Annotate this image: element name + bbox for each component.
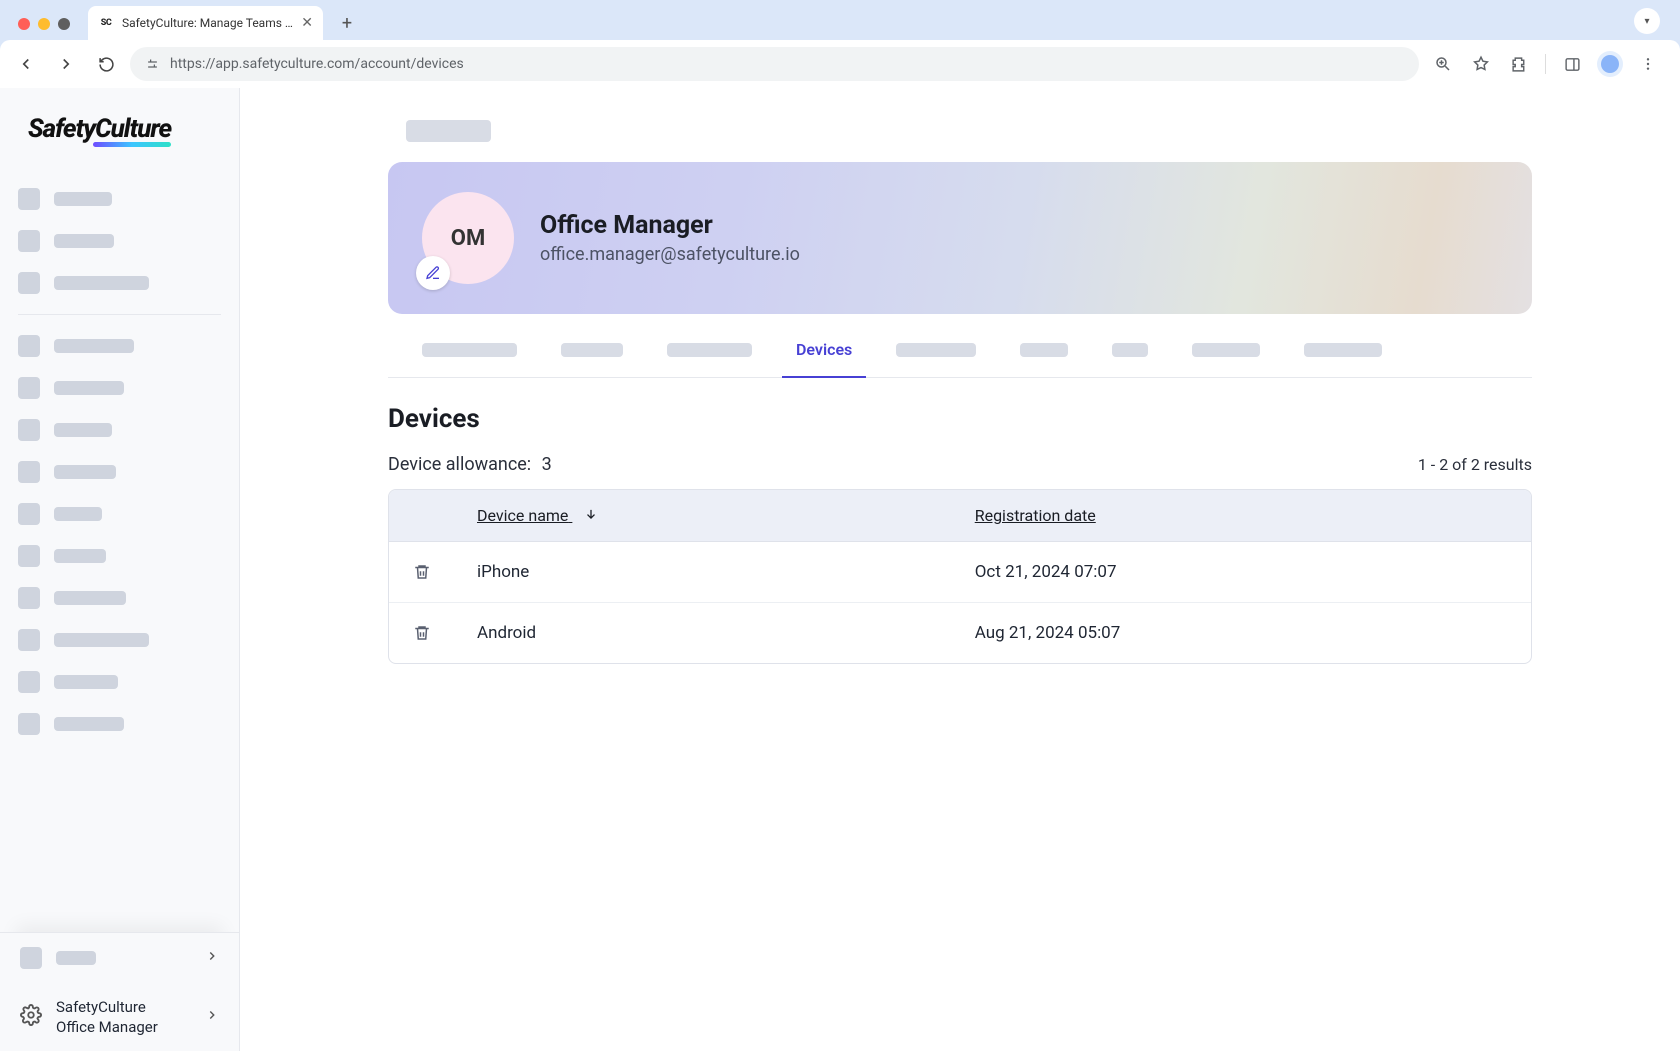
col-registration-date[interactable]: Registration date [957,490,1531,542]
sidebar: SafetyCulture [0,88,240,1051]
sidebar-item[interactable] [18,335,221,357]
bookmark-icon[interactable] [1465,48,1497,80]
devices-table: Device name Registration date [388,489,1532,664]
zoom-icon[interactable] [1427,48,1459,80]
close-window-button[interactable] [18,18,30,30]
device-name: iPhone [459,542,957,602]
tab-bar: SC SafetyCulture: Manage Teams and… ✕ + … [0,0,1680,40]
profile-button[interactable] [1594,48,1626,80]
tab-placeholder[interactable] [539,325,645,375]
tabs-dropdown-button[interactable]: ▾ [1634,8,1660,34]
table-row: iPhone Oct 21, 2024 07:07 [389,542,1531,602]
sidebar-item[interactable] [18,377,221,399]
browser-menu-button[interactable] [1632,48,1664,80]
profile-tabs: Devices [388,322,1532,378]
tab-placeholder[interactable] [1090,325,1170,375]
browser-toolbar: https://app.safetyculture.com/account/de… [0,40,1680,88]
tab-label: Devices [796,340,852,359]
sidebar-item[interactable] [18,230,221,252]
col-actions [389,490,459,542]
tab-placeholder[interactable] [400,325,539,375]
device-date: Oct 21, 2024 07:07 [957,542,1531,602]
sidebar-item[interactable] [18,671,221,693]
fullscreen-window-button[interactable] [58,18,70,30]
favicon: SC [98,15,114,31]
sidebar-footer-row-1[interactable] [0,933,239,983]
results-count: 1 - 2 of 2 results [1418,455,1532,474]
gear-icon [20,1004,42,1030]
profile-name: Office Manager [540,211,800,240]
window-controls [10,18,82,40]
main: OM Office Manager office.manager@safetyc… [240,88,1680,1051]
org-name: SafetyCulture [56,997,158,1017]
org-user: Office Manager [56,1017,158,1037]
tab-devices[interactable]: Devices [774,322,874,377]
side-panel-icon[interactable] [1556,48,1588,80]
allowance-value: 3 [542,454,552,475]
separator [1545,54,1546,74]
divider [18,314,221,315]
sort-desc-icon [584,506,598,525]
tab-title: SafetyCulture: Manage Teams and… [122,16,293,30]
minimize-window-button[interactable] [38,18,50,30]
browser-chrome: SC SafetyCulture: Manage Teams and… ✕ + … [0,0,1680,88]
section-title: Devices [388,404,1532,434]
sidebar-item[interactable] [18,545,221,567]
edit-avatar-button[interactable] [416,256,450,290]
sidebar-item[interactable] [18,461,221,483]
device-allowance: Device allowance: 3 [388,454,552,475]
sidebar-item[interactable] [18,188,221,210]
tab-placeholder[interactable] [998,325,1090,375]
logo[interactable]: SafetyCulture [0,88,239,168]
delete-device-button[interactable] [407,618,437,648]
logo-text: SafetyCulture [28,114,171,144]
avatar-initials: OM [451,226,485,251]
sidebar-footer: SafetyCulture Office Manager [0,932,239,1051]
chevron-right-icon [205,1007,219,1026]
chevron-right-icon [205,948,219,967]
device-date: Aug 21, 2024 05:07 [957,602,1531,663]
tab-placeholder[interactable] [645,325,774,375]
delete-device-button[interactable] [407,557,437,587]
breadcrumb[interactable] [406,120,491,142]
tab-placeholder[interactable] [1282,325,1404,375]
browser-tab[interactable]: SC SafetyCulture: Manage Teams and… ✕ [88,6,323,40]
sidebar-item[interactable] [18,419,221,441]
profile-hero: OM Office Manager office.manager@safetyc… [388,162,1532,314]
profile-info: Office Manager office.manager@safetycult… [540,211,800,265]
tab-placeholder[interactable] [874,325,998,375]
sidebar-footer-org[interactable]: SafetyCulture Office Manager [0,983,239,1051]
sidebar-item[interactable] [18,713,221,735]
avatar-wrap: OM [422,192,514,284]
reload-button[interactable] [90,48,122,80]
sidebar-item[interactable] [18,272,221,294]
col-device-name[interactable]: Device name [459,490,957,542]
logo-underline [93,142,171,147]
sidebar-nav [0,168,239,932]
close-tab-button[interactable]: ✕ [301,15,313,31]
content: OM Office Manager office.manager@safetyc… [344,88,1576,704]
sidebar-item[interactable] [18,629,221,651]
url-bar[interactable]: https://app.safetyculture.com/account/de… [130,47,1419,81]
tab-placeholder[interactable] [1170,325,1282,375]
new-tab-button[interactable]: + [333,9,361,37]
forward-button[interactable] [50,48,82,80]
device-name: Android [459,602,957,663]
toolbar-right [1427,48,1670,80]
back-button[interactable] [10,48,42,80]
devices-meta: Device allowance: 3 1 - 2 of 2 results [388,454,1532,475]
allowance-label: Device allowance: [388,454,531,475]
table-row: Android Aug 21, 2024 05:07 [389,602,1531,663]
extensions-icon[interactable] [1503,48,1535,80]
sidebar-item[interactable] [18,587,221,609]
app: SafetyCulture [0,88,1680,1051]
sidebar-item[interactable] [18,503,221,525]
profile-email: office.manager@safetyculture.io [540,244,800,265]
url-text: https://app.safetyculture.com/account/de… [170,56,464,72]
site-settings-icon[interactable] [144,56,160,72]
